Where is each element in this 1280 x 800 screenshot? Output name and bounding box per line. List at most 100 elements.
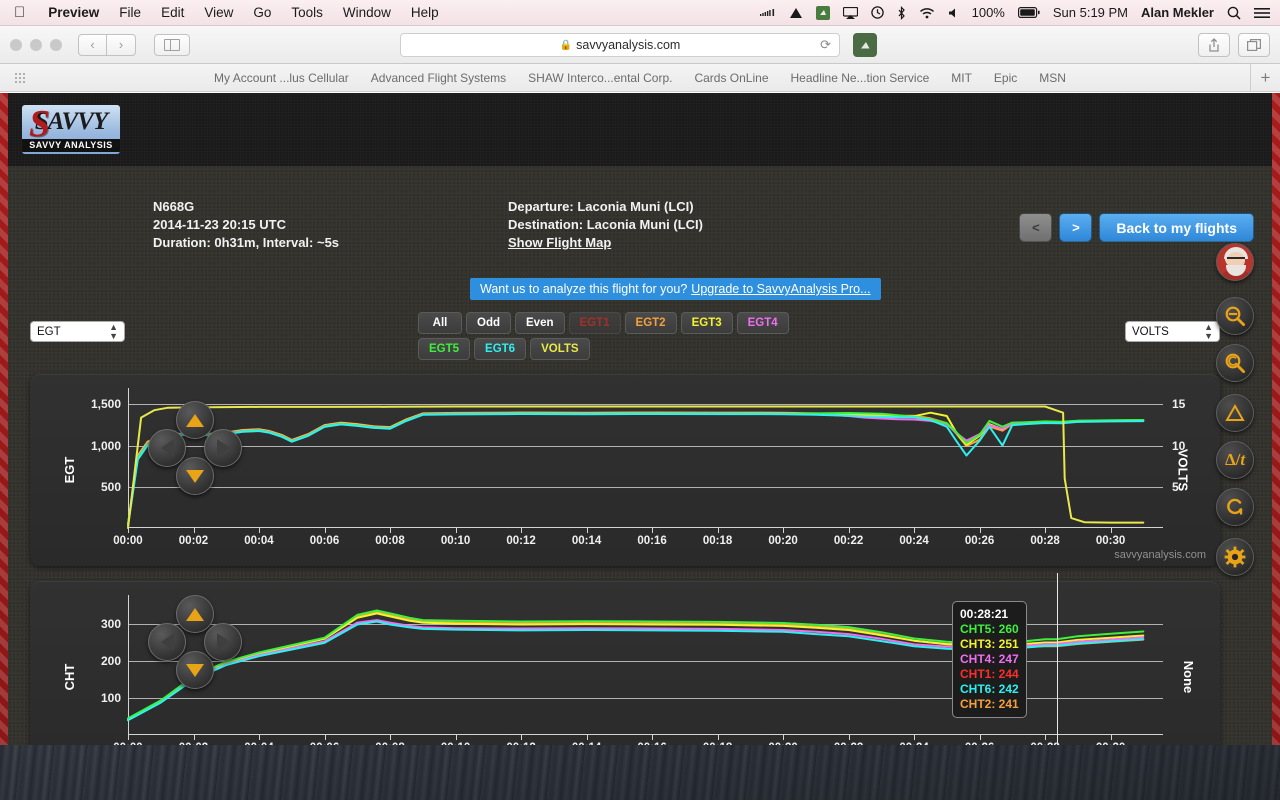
back-to-my-flights-button[interactable]: Back to my flights xyxy=(1099,213,1254,242)
tooltip-series-label: CHT6: xyxy=(960,682,999,696)
pan-left-button[interactable] xyxy=(148,623,186,661)
settings-gear-icon[interactable] xyxy=(1216,538,1254,576)
pan-up-button[interactable] xyxy=(176,595,214,633)
tooltip-row-cht5: CHT5: 260 xyxy=(960,622,1019,637)
apple-logo-icon[interactable]:  xyxy=(0,5,38,20)
egt-chip-all[interactable]: All xyxy=(418,312,462,334)
pan-up-button[interactable] xyxy=(176,401,214,439)
wifi-icon[interactable] xyxy=(919,7,935,19)
egt-chip-egt6[interactable]: EGT6 xyxy=(474,338,526,360)
upgrade-pro-link[interactable]: Upgrade to SavvyAnalysis Pro... xyxy=(691,282,870,296)
logo-initial: S xyxy=(29,105,50,143)
airplay-icon[interactable] xyxy=(843,7,858,19)
egt-chip-egt5[interactable]: EGT5 xyxy=(418,338,470,360)
pan-right-button[interactable] xyxy=(204,623,242,661)
search-icon[interactable] xyxy=(1227,6,1241,20)
delta-icon[interactable] xyxy=(1216,394,1254,432)
x-axis-tick: 00:24 xyxy=(899,742,928,745)
clock[interactable]: Sun 5:19 PM xyxy=(1053,5,1128,20)
x-tick-mark xyxy=(849,528,850,533)
x-tick-mark xyxy=(587,528,588,533)
menu-item-edit[interactable]: Edit xyxy=(151,5,194,20)
previous-flight-button[interactable]: < xyxy=(1019,213,1052,242)
upgrade-banner[interactable]: Want us to analyze this flight for you? … xyxy=(470,278,881,300)
pan-left-button[interactable] xyxy=(148,429,186,467)
show-all-tabs-icon[interactable] xyxy=(1238,33,1270,57)
pan-right-button[interactable] xyxy=(204,429,242,467)
egt-plot-area[interactable]: 5001,0001,5005101500:0000:0200:0400:0600… xyxy=(128,388,1163,528)
x-tick-mark xyxy=(1045,528,1046,533)
user-name[interactable]: Alan Mekler xyxy=(1141,5,1214,20)
x-axis-tick: 00:10 xyxy=(441,742,470,745)
battery-icon[interactable] xyxy=(1018,7,1040,18)
zoom-window-button[interactable] xyxy=(50,39,62,51)
pan-down-button[interactable] xyxy=(176,457,214,495)
next-flight-button[interactable]: > xyxy=(1059,213,1092,242)
nav-buttons: ‹ › xyxy=(78,34,136,56)
bookmark-item[interactable]: My Account ...lus Cellular xyxy=(214,71,349,85)
bookmark-item[interactable]: Advanced Flight Systems xyxy=(371,71,506,85)
new-tab-button[interactable]: + xyxy=(1250,64,1280,91)
reload-icon[interactable]: ⟳ xyxy=(820,37,831,53)
bookmark-item[interactable]: MSN xyxy=(1039,71,1066,85)
zoom-reset-icon[interactable] xyxy=(1216,344,1254,382)
bluetooth-icon[interactable] xyxy=(897,6,906,20)
tooltip-series-value: 244 xyxy=(999,667,1019,681)
x-axis-tick: 00:10 xyxy=(441,535,470,547)
tooltip-series-value: 241 xyxy=(999,697,1019,711)
egt-chip-egt2[interactable]: EGT2 xyxy=(625,312,677,334)
share-icon[interactable] xyxy=(1198,33,1230,57)
volume-icon[interactable] xyxy=(948,7,959,19)
close-window-button[interactable] xyxy=(10,39,22,51)
gami-sweep-icon[interactable] xyxy=(1216,488,1254,526)
address-bar[interactable]: 🔒 savvyanalysis.com ⟳ xyxy=(400,33,840,57)
sidebar-toggle-button[interactable] xyxy=(154,34,190,56)
notification-center-icon[interactable] xyxy=(1254,7,1270,19)
egt-parameter-select[interactable]: EGT ▲▼ xyxy=(30,321,125,342)
show-flight-map-link[interactable]: Show Flight Map xyxy=(508,235,611,250)
evernote-extension-icon[interactable] xyxy=(853,33,877,57)
egt-chip-volts[interactable]: VOLTS xyxy=(530,338,589,360)
menu-item-help[interactable]: Help xyxy=(401,5,449,20)
back-button[interactable]: ‹ xyxy=(78,34,107,56)
egt-chip-odd[interactable]: Odd xyxy=(466,312,511,334)
savvy-doctor-avatar[interactable] xyxy=(1216,243,1254,281)
flight-tail-number: N668G xyxy=(153,198,339,216)
x-tick-mark xyxy=(587,735,588,740)
bookmarks-grid-icon[interactable] xyxy=(14,72,27,85)
menu-item-window[interactable]: Window xyxy=(333,5,401,20)
tooltip-row-cht3: CHT3: 251 xyxy=(960,637,1019,652)
dotted-signal-icon[interactable] xyxy=(760,7,776,19)
delta-per-time-icon[interactable]: Δ/t xyxy=(1216,441,1254,479)
right-y-axis-tick: 10 xyxy=(1172,439,1185,453)
pan-down-button[interactable] xyxy=(176,651,214,689)
menu-item-preview[interactable]: Preview xyxy=(38,5,109,20)
bookmark-item[interactable]: Epic xyxy=(994,71,1017,85)
egt-chip-egt3[interactable]: EGT3 xyxy=(681,312,733,334)
bookmark-item[interactable]: Cards OnLine xyxy=(694,71,768,85)
y-axis-tick: 300 xyxy=(101,617,121,631)
menu-item-view[interactable]: View xyxy=(194,5,243,20)
minimize-window-button[interactable] xyxy=(30,39,42,51)
x-axis-tick: 00:16 xyxy=(637,535,666,547)
menu-item-file[interactable]: File xyxy=(109,5,151,20)
x-tick-mark xyxy=(456,528,457,533)
bookmark-item[interactable]: Headline Ne...tion Service xyxy=(791,71,930,85)
evernote-icon[interactable] xyxy=(816,6,830,20)
time-machine-icon[interactable] xyxy=(871,6,884,19)
egt-chip-egt4[interactable]: EGT4 xyxy=(737,312,789,334)
dropbox-triangle-icon[interactable] xyxy=(789,7,803,19)
bookmark-item[interactable]: MIT xyxy=(951,71,972,85)
x-tick-mark xyxy=(390,735,391,740)
savvy-logo[interactable]: SAVVY S SAVVY ANALYSIS xyxy=(22,105,120,154)
forward-button[interactable]: › xyxy=(107,34,136,56)
egt-chip-even[interactable]: Even xyxy=(515,312,565,334)
menu-item-go[interactable]: Go xyxy=(243,5,281,20)
volts-parameter-select[interactable]: VOLTS ▲▼ xyxy=(1125,321,1220,342)
bookmark-item[interactable]: SHAW Interco...ental Corp. xyxy=(528,71,672,85)
egt-chip-egt1[interactable]: EGT1 xyxy=(569,312,621,334)
tools-rail: Δ/t xyxy=(1216,243,1256,585)
x-tick-mark xyxy=(194,528,195,533)
menu-item-tools[interactable]: Tools xyxy=(281,5,333,20)
zoom-out-icon[interactable] xyxy=(1216,297,1254,335)
